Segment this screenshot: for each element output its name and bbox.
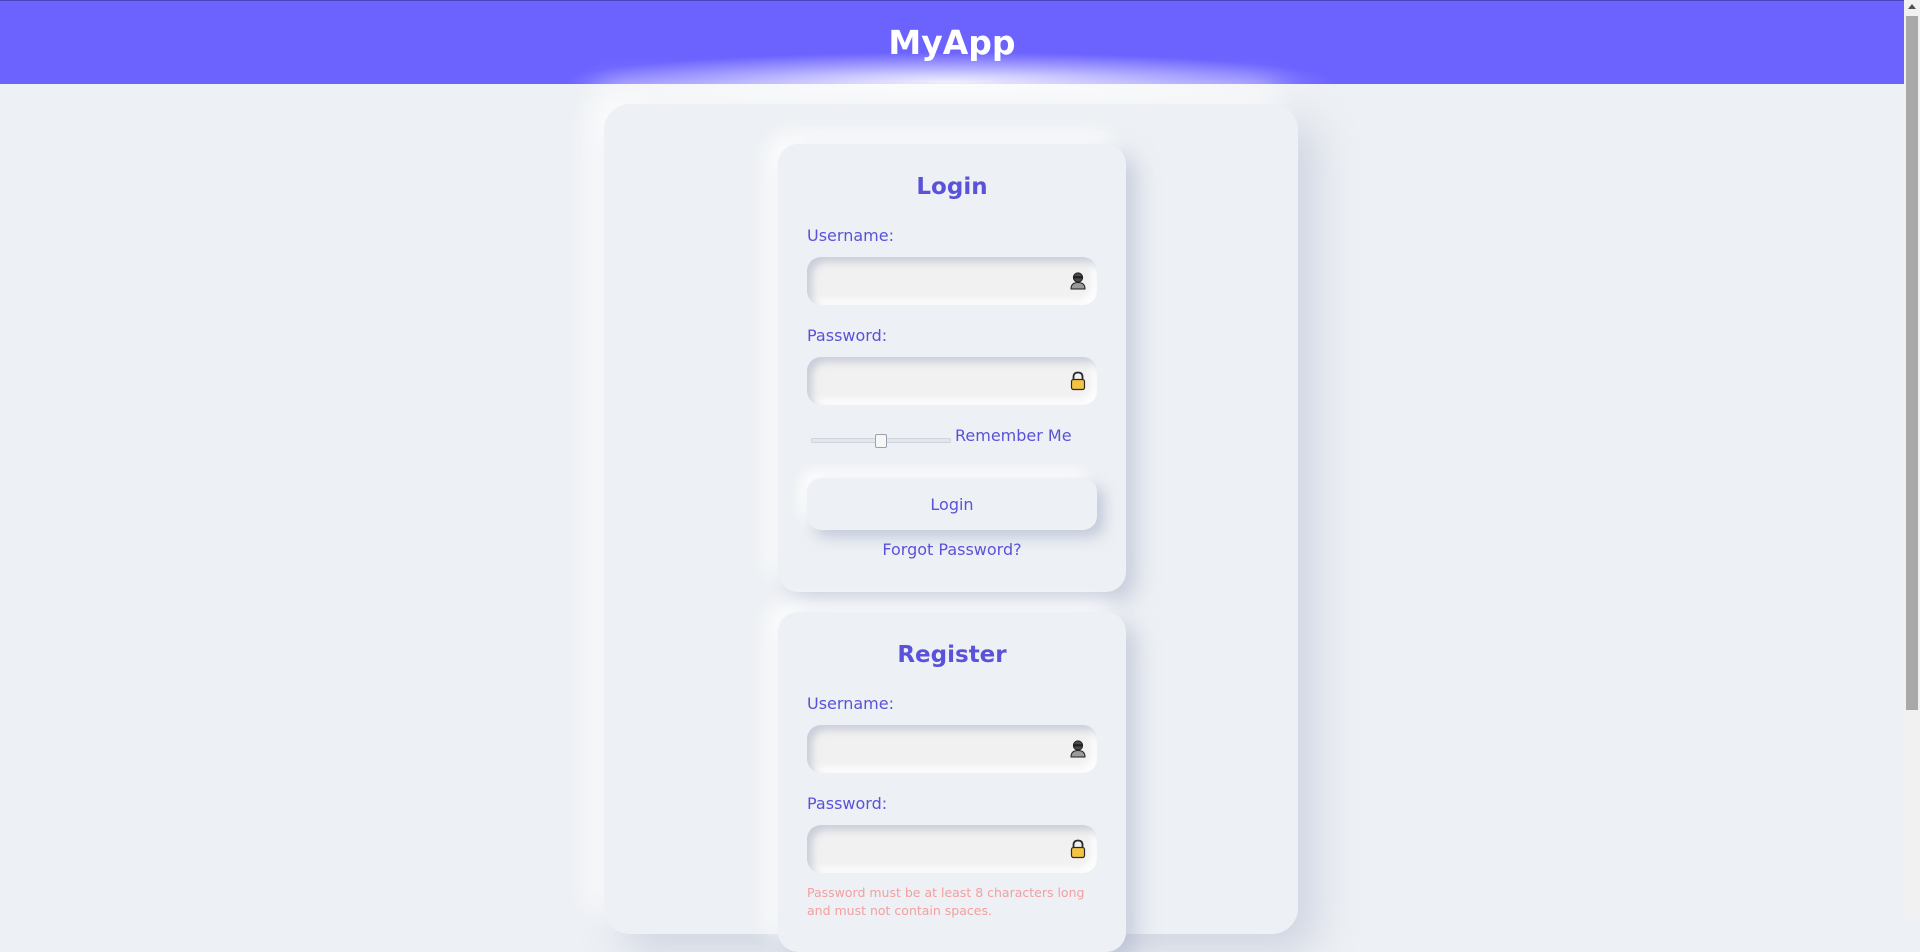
login-username-label: Username:: [807, 226, 894, 245]
page-scrollbar[interactable]: [1904, 0, 1920, 918]
login-title: Login: [916, 174, 988, 200]
slider-thumb[interactable]: [875, 434, 887, 448]
app-title: MyApp: [888, 23, 1016, 62]
app-header: MyApp: [0, 0, 1904, 84]
register-card: Register Username: Password: Password mu…: [778, 612, 1126, 952]
user-icon: [1070, 272, 1086, 290]
register-username-field: [807, 725, 1097, 773]
register-password-input[interactable]: [807, 825, 1097, 873]
lock-icon: [1070, 839, 1086, 859]
register-password-field: [807, 825, 1097, 873]
forgot-password-link[interactable]: Forgot Password?: [778, 540, 1126, 559]
user-icon: [1070, 740, 1086, 758]
remember-me-slider[interactable]: [811, 434, 951, 448]
scroll-up-arrow-icon[interactable]: [1908, 4, 1916, 9]
register-username-label: Username:: [807, 694, 894, 713]
login-card: Login Username: Password: Remember Me Lo…: [778, 144, 1126, 592]
login-password-field: [807, 357, 1097, 405]
register-username-input[interactable]: [807, 725, 1097, 773]
scrollbar-thumb[interactable]: [1906, 16, 1918, 710]
register-password-label: Password:: [807, 794, 888, 813]
lock-icon: [1070, 371, 1086, 391]
password-hint: Password must be at least 8 characters l…: [807, 885, 1085, 918]
login-username-input[interactable]: [807, 257, 1097, 305]
login-username-field: [807, 257, 1097, 305]
register-title: Register: [897, 642, 1007, 668]
login-password-input[interactable]: [807, 357, 1097, 405]
remember-me-label: Remember Me: [955, 426, 1072, 445]
login-password-label: Password:: [807, 326, 888, 345]
login-button[interactable]: Login: [807, 478, 1097, 530]
